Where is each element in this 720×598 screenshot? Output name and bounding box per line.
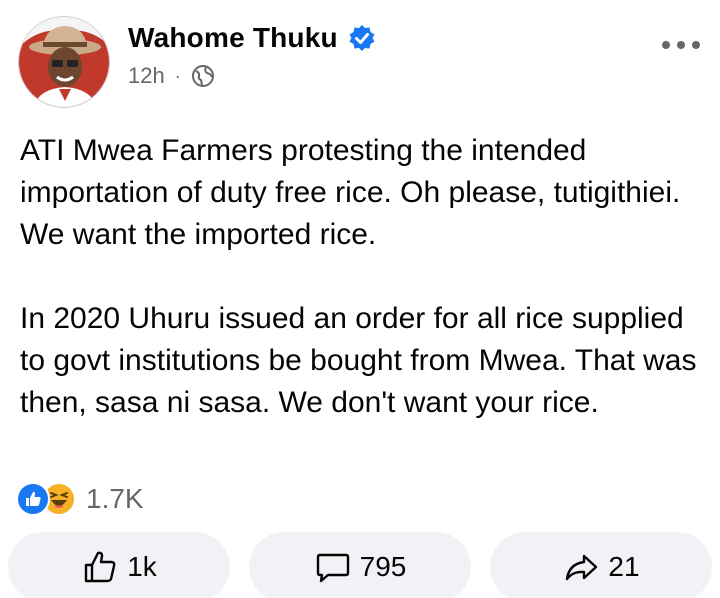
- like-reaction-icon: [16, 482, 50, 516]
- reaction-count: 1.7K: [86, 483, 144, 514]
- share-button[interactable]: 21: [490, 532, 712, 598]
- more-options-icon[interactable]: [662, 35, 700, 55]
- action-bar: 1k 795 21: [8, 532, 712, 598]
- verified-badge-icon: [348, 24, 376, 52]
- post-body: ATI Mwea Farmers protesting the intended…: [20, 130, 700, 424]
- author-line: Wahome Thuku: [128, 22, 376, 54]
- more-dot: [677, 41, 685, 49]
- share-count: 21: [608, 551, 640, 582]
- more-dot: [692, 41, 700, 49]
- author-avatar[interactable]: [18, 16, 110, 108]
- post-meta: 12h ·: [128, 63, 215, 89]
- meta-separator: ·: [174, 65, 181, 86]
- post-paragraph: In 2020 Uhuru issued an order for all ri…: [20, 302, 697, 419]
- thumbs-up-icon: [85, 551, 116, 583]
- comment-icon: [316, 553, 349, 583]
- globe-icon[interactable]: [191, 64, 215, 88]
- post-timestamp[interactable]: 12h: [128, 63, 165, 89]
- share-arrow-icon: [566, 554, 598, 581]
- post-header: Wahome Thuku 12h ·: [0, 0, 720, 120]
- more-dot: [662, 41, 670, 49]
- reactions-summary[interactable]: 1.7K: [16, 482, 144, 516]
- comment-button[interactable]: 795: [249, 532, 471, 598]
- author-name[interactable]: Wahome Thuku: [128, 22, 338, 54]
- post-paragraph: ATI Mwea Farmers protesting the intended…: [20, 134, 681, 251]
- avatar-image: [19, 17, 109, 107]
- like-button[interactable]: 1k: [8, 532, 230, 598]
- like-count: 1k: [127, 551, 157, 582]
- comment-count: 795: [359, 551, 407, 582]
